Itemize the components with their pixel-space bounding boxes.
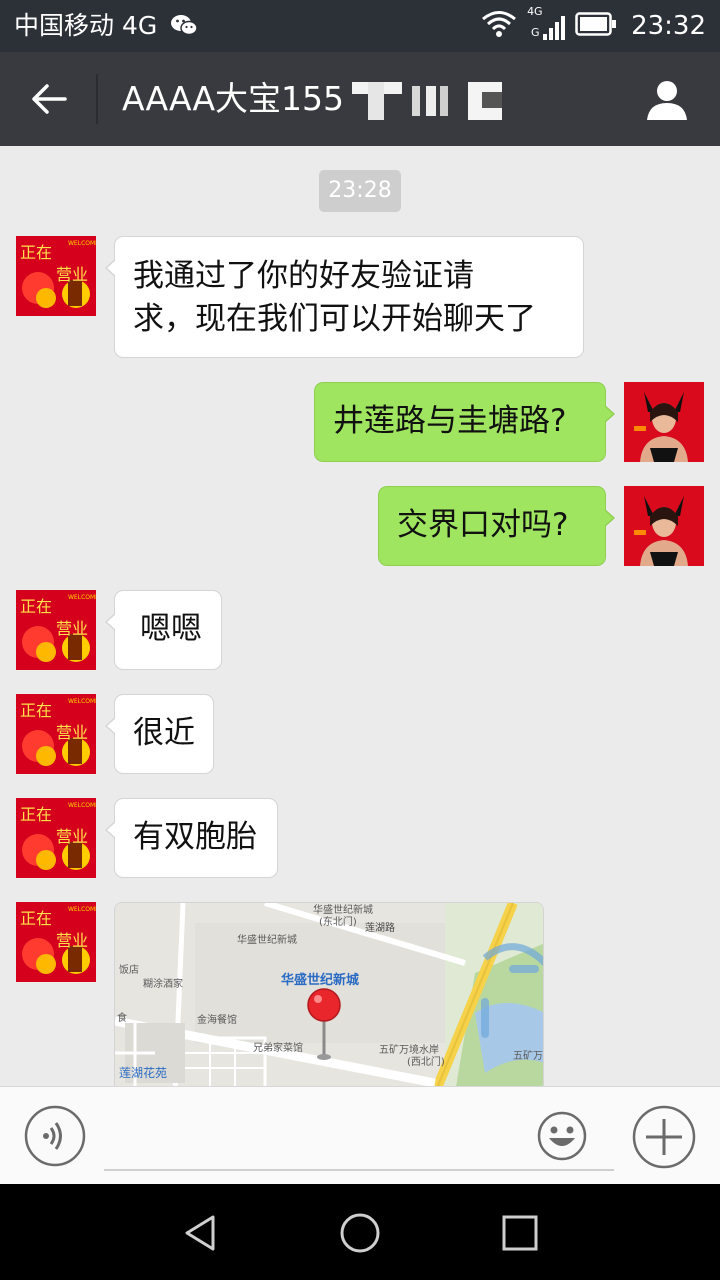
svg-text:G: G	[531, 26, 540, 39]
contact-avatar[interactable]: WELCOME 正在 营业	[16, 798, 99, 878]
signal-icon: 4G G	[527, 5, 566, 44]
my-avatar[interactable]	[624, 486, 704, 566]
voice-button[interactable]	[24, 1105, 86, 1167]
svg-text:正在: 正在	[20, 805, 52, 824]
map-poi-label: 兄弟家菜馆	[253, 1043, 303, 1054]
map-pin-icon	[305, 987, 343, 1067]
chat-area[interactable]: 23:28 WELCOME 正在 营业 我通过了你的好友验证请 求，现在我们可以…	[0, 146, 720, 1086]
message-bubble-incoming[interactable]: 我通过了你的好友验证请 求，现在我们可以开始聊天了	[105, 236, 584, 358]
map-road-label: 莲湖路	[365, 923, 395, 934]
message-timestamp: 23:28	[319, 170, 401, 212]
message-bubble-incoming[interactable]: 有双胞胎	[105, 798, 278, 878]
emoji-icon	[537, 1111, 587, 1161]
message-bubble-outgoing[interactable]: 交界口对吗?	[378, 486, 615, 566]
map-poi-label: 饭店	[119, 965, 139, 976]
message-line: 我通过了你的好友验证请	[133, 258, 474, 294]
emoji-button[interactable]	[537, 1111, 587, 1161]
svg-text:正在: 正在	[20, 701, 52, 720]
map-poi-label: 金海餐馆	[197, 1015, 237, 1026]
map-poi-label: 糊涂酒家	[143, 979, 183, 990]
my-avatar[interactable]	[624, 382, 704, 462]
back-button[interactable]	[22, 74, 76, 124]
message-text: 井莲路与圭塘路?	[333, 403, 567, 439]
chat-title: AAAA大宝155	[122, 79, 345, 118]
nav-home-button[interactable]	[335, 1208, 385, 1258]
svg-text:正在: 正在	[20, 243, 52, 262]
recents-square-icon	[502, 1215, 538, 1251]
wechat-icon	[170, 13, 198, 41]
map-poi-label: (东北门)	[319, 917, 357, 928]
status-bar: 中国移动 4G 4G G 23:32	[0, 0, 720, 52]
plus-icon	[632, 1105, 696, 1169]
battery-icon	[575, 11, 617, 41]
title-divider	[96, 74, 98, 124]
profile-icon	[647, 81, 687, 120]
svg-text:WELCOME: WELCOME	[68, 906, 96, 913]
wifi-icon	[481, 10, 517, 42]
message-bubble-incoming[interactable]: 嗯嗯	[105, 590, 222, 670]
chat-header: AAAA大宝155	[0, 52, 720, 146]
carrier-label: 中国移动 4G	[14, 11, 158, 40]
location-message[interactable]: 华盛世纪新城 (东北门) 莲湖路 华盛世纪新城 华盛世纪新城 饭店 糊涂酒家 食…	[114, 902, 544, 1086]
map-poi-label: (西北门)	[407, 1057, 445, 1068]
map-poi-label: 五矿万	[513, 1051, 543, 1062]
status-time: 23:32	[631, 11, 706, 41]
network-badge: 4G	[527, 5, 543, 18]
contact-avatar[interactable]: WELCOME 正在 营业	[16, 236, 99, 316]
message-bubble-outgoing[interactable]: 井莲路与圭塘路?	[314, 382, 615, 462]
message-bubble-incoming[interactable]: 很近	[105, 694, 214, 774]
map-poi-label: 食	[117, 1013, 127, 1024]
contact-avatar[interactable]: WELCOME 正在 营业	[16, 590, 99, 670]
map-poi-label: 五矿万境水岸	[379, 1045, 439, 1056]
map-poi-label: 莲湖花苑	[119, 1066, 168, 1080]
input-bar	[0, 1086, 720, 1184]
message-text: 嗯嗯	[140, 611, 202, 647]
svg-text:营业: 营业	[56, 723, 88, 742]
back-triangle-icon	[185, 1215, 215, 1251]
more-button[interactable]	[632, 1105, 696, 1169]
system-nav-bar	[0, 1184, 720, 1280]
map-title-label: 华盛世纪新城	[281, 973, 360, 988]
back-arrow-icon	[32, 84, 67, 114]
svg-text:营业: 营业	[56, 619, 88, 638]
home-circle-icon	[340, 1213, 380, 1253]
svg-text:营业: 营业	[56, 265, 88, 284]
svg-text:营业: 营业	[56, 827, 88, 846]
nav-back-button[interactable]	[176, 1208, 226, 1258]
message-text: 有双胞胎	[133, 819, 257, 855]
message-text: 很近	[133, 715, 195, 751]
map-poi-label: 华盛世纪新城	[313, 905, 373, 916]
svg-text:营业: 营业	[56, 931, 88, 950]
contact-avatar[interactable]: WELCOME 正在 营业	[16, 694, 99, 774]
svg-text:WELCOME: WELCOME	[68, 594, 96, 601]
message-line: 求，现在我们可以开始聊天了	[133, 301, 536, 337]
profile-button[interactable]	[640, 72, 694, 126]
svg-text:正在: 正在	[20, 597, 52, 616]
map-poi-label: 华盛世纪新城	[237, 935, 297, 946]
nav-recents-button[interactable]	[495, 1208, 545, 1258]
redacted-title-part	[352, 82, 514, 120]
svg-text:WELCOME: WELCOME	[68, 802, 96, 809]
svg-text:WELCOME: WELCOME	[68, 240, 96, 247]
svg-text:WELCOME: WELCOME	[68, 698, 96, 705]
voice-icon	[24, 1105, 86, 1167]
message-text: 交界口对吗?	[397, 507, 569, 543]
contact-avatar[interactable]: WELCOME 正在 营业	[16, 902, 99, 982]
svg-text:正在: 正在	[20, 909, 52, 928]
